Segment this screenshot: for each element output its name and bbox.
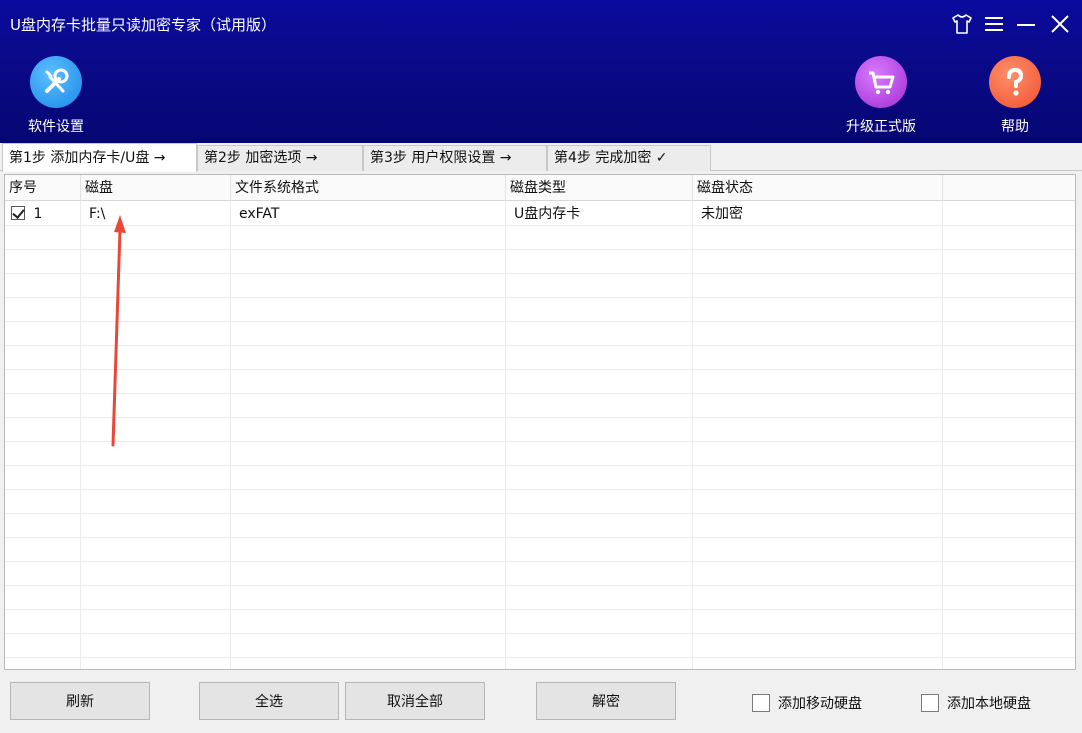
- title-bar: U盘内存卡批量只读加密专家（试用版） 软件设置 升级正式版 帮助: [0, 0, 1082, 143]
- annotation-arrow-icon: [111, 215, 126, 447]
- settings-button[interactable]: 软件设置: [28, 56, 84, 136]
- decrypt-button[interactable]: 解密: [536, 682, 676, 720]
- tab-step-1[interactable]: 第1步 添加内存卡/U盘 →: [2, 143, 197, 172]
- add-removable-checkbox[interactable]: [752, 694, 770, 712]
- tab-step-4[interactable]: 第4步 完成加密 ✓: [547, 145, 711, 171]
- tab-step-3[interactable]: 第3步 用户权限设置 →: [363, 145, 547, 171]
- menu-icon[interactable]: [982, 12, 1006, 36]
- add-local-checkbox[interactable]: [921, 694, 939, 712]
- add-local-option[interactable]: 添加本地硬盘: [921, 693, 1031, 713]
- tab-step-2[interactable]: 第2步 加密选项 →: [197, 145, 363, 171]
- select-all-button[interactable]: 全选: [199, 682, 339, 720]
- shopping-cart-icon: [855, 56, 907, 108]
- disk-table: 序号 磁盘 文件系统格式 磁盘类型 磁盘状态 1 F:\ exFAT U盘内存卡…: [4, 174, 1076, 670]
- question-mark-icon: [989, 56, 1041, 108]
- window-title: U盘内存卡批量只读加密专家（试用版）: [10, 16, 276, 34]
- skin-icon[interactable]: [950, 12, 974, 36]
- help-label: 帮助: [1001, 119, 1029, 135]
- minimize-icon[interactable]: [1014, 12, 1038, 36]
- settings-label: 软件设置: [28, 119, 84, 135]
- step-tabs: 第1步 添加内存卡/U盘 → 第2步 加密选项 → 第3步 用户权限设置 → 第…: [0, 143, 1082, 172]
- upgrade-button[interactable]: 升级正式版: [846, 56, 916, 136]
- refresh-button[interactable]: 刷新: [10, 682, 150, 720]
- cancel-all-button[interactable]: 取消全部: [345, 682, 485, 720]
- upgrade-label: 升级正式版: [846, 119, 916, 135]
- add-removable-option[interactable]: 添加移动硬盘: [752, 693, 862, 713]
- help-button[interactable]: 帮助: [989, 56, 1041, 136]
- add-removable-label: 添加移动硬盘: [778, 696, 862, 712]
- wrench-screwdriver-icon: [30, 56, 82, 108]
- add-local-label: 添加本地硬盘: [947, 696, 1031, 712]
- close-icon[interactable]: [1048, 12, 1072, 36]
